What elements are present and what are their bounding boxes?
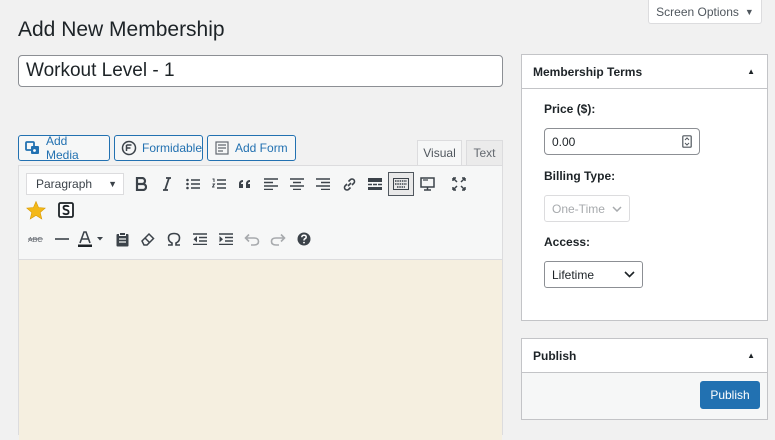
chevron-down-icon xyxy=(612,205,622,212)
add-media-label: Add Media xyxy=(46,134,79,162)
caret-down-icon: ▼ xyxy=(108,179,117,189)
align-right-icon xyxy=(316,178,330,190)
billing-type-label: Billing Type: xyxy=(544,169,616,183)
tab-visual[interactable]: Visual xyxy=(417,140,462,165)
add-form-button[interactable]: Add Form xyxy=(207,135,296,161)
form-icon xyxy=(215,141,229,155)
publish-title: Publish xyxy=(533,348,577,363)
fullscreen-icon xyxy=(452,177,466,191)
redo-button[interactable] xyxy=(265,227,291,251)
align-left-icon xyxy=(264,178,278,190)
blockquote-button[interactable] xyxy=(232,172,258,196)
read-more-button[interactable] xyxy=(362,172,388,196)
access-value: Lifetime xyxy=(552,267,595,282)
bullet-list-icon xyxy=(186,178,200,190)
add-media-button[interactable]: Add Media xyxy=(18,134,110,162)
help-button[interactable] xyxy=(291,227,317,251)
content-editor: Paragraph ▼ ABC xyxy=(18,165,503,440)
undo-icon xyxy=(244,233,260,246)
star-plugin-button[interactable] xyxy=(23,198,49,222)
formidable-label: Formidable xyxy=(142,141,203,155)
help-icon xyxy=(297,232,311,246)
omega-icon xyxy=(167,232,181,246)
clipboard-icon xyxy=(116,231,128,246)
tab-text[interactable]: Text xyxy=(466,140,503,165)
read-more-icon xyxy=(368,178,382,190)
quote-icon xyxy=(239,180,250,188)
access-label: Access: xyxy=(544,235,591,249)
publish-box: Publish ▲ Publish xyxy=(521,338,768,420)
media-icon xyxy=(25,141,39,154)
undo-button[interactable] xyxy=(239,227,265,251)
toolbar-row-1: Paragraph ▼ xyxy=(26,172,472,196)
editor-content-area[interactable] xyxy=(19,259,502,440)
strikethrough-button[interactable]: ABC xyxy=(23,227,49,251)
format-select[interactable]: Paragraph ▼ xyxy=(26,173,124,195)
star-icon xyxy=(26,200,46,220)
align-left-button[interactable] xyxy=(258,172,284,196)
outdent-button[interactable] xyxy=(187,227,213,251)
page-title: Add New Membership xyxy=(18,18,225,41)
align-right-button[interactable] xyxy=(310,172,336,196)
screen-options-button[interactable]: Screen Options ▼ xyxy=(648,0,762,24)
horizontal-line-button[interactable] xyxy=(49,227,75,251)
italic-icon xyxy=(163,177,171,191)
format-select-value: Paragraph xyxy=(36,177,93,191)
svg-text:ABC: ABC xyxy=(28,237,42,244)
text-color-icon xyxy=(78,231,103,247)
price-input[interactable]: 0.00 xyxy=(544,128,700,155)
monitor-icon xyxy=(419,177,435,191)
billing-type-select: One-Time xyxy=(544,195,630,222)
strikethrough-icon: ABC xyxy=(28,237,43,244)
indent-icon xyxy=(219,233,233,245)
special-character-button[interactable] xyxy=(161,227,187,251)
formidable-icon xyxy=(121,140,137,156)
bold-button[interactable] xyxy=(128,172,154,196)
caret-down-icon: ▼ xyxy=(744,6,754,17)
italic-button[interactable] xyxy=(154,172,180,196)
link-icon xyxy=(343,177,355,191)
price-label: Price ($): xyxy=(544,102,596,116)
shortcode-plugin-button[interactable] xyxy=(53,198,79,222)
outdent-icon xyxy=(193,233,207,245)
align-center-icon xyxy=(290,178,304,190)
collapse-toggle-icon[interactable]: ▲ xyxy=(747,351,755,360)
horizontal-line-icon xyxy=(55,238,69,240)
text-color-button[interactable] xyxy=(75,227,109,251)
bold-icon xyxy=(135,177,147,191)
screen-options-label: Screen Options xyxy=(656,4,739,19)
billing-type-value: One-Time xyxy=(552,201,605,216)
align-center-button[interactable] xyxy=(284,172,310,196)
spinner-icon xyxy=(682,135,692,148)
membership-terms-header[interactable]: Membership Terms ▲ xyxy=(522,55,767,89)
shortcode-s-icon xyxy=(58,202,74,218)
numbered-list-icon xyxy=(212,178,226,189)
add-form-label: Add Form xyxy=(235,141,288,155)
publish-header[interactable]: Publish ▲ xyxy=(522,339,767,373)
fullscreen-button[interactable] xyxy=(446,172,472,196)
toolbar-toggle-button[interactable] xyxy=(388,172,414,196)
price-value: 0.00 xyxy=(552,134,576,149)
publish-button[interactable]: Publish xyxy=(700,381,760,409)
collapse-toggle-icon[interactable]: ▲ xyxy=(747,67,755,76)
redo-icon xyxy=(270,233,286,246)
toolbar-row-2 xyxy=(23,198,79,222)
membership-terms-box: Membership Terms ▲ Price ($): 0.00 Billi… xyxy=(521,54,768,321)
eraser-icon xyxy=(141,232,155,246)
chevron-down-icon xyxy=(624,271,635,278)
membership-terms-title: Membership Terms xyxy=(533,64,643,79)
preview-button[interactable] xyxy=(414,172,440,196)
insert-link-button[interactable] xyxy=(336,172,362,196)
keyboard-icon xyxy=(393,178,409,190)
clear-formatting-button[interactable] xyxy=(135,227,161,251)
post-title-input[interactable]: Workout Level - 1 xyxy=(18,55,503,87)
paste-text-button[interactable] xyxy=(109,227,135,251)
bullet-list-button[interactable] xyxy=(180,172,206,196)
numbered-list-button[interactable] xyxy=(206,172,232,196)
access-select[interactable]: Lifetime xyxy=(544,261,643,288)
toolbar-row-3: ABC xyxy=(23,227,317,251)
indent-button[interactable] xyxy=(213,227,239,251)
formidable-button[interactable]: Formidable xyxy=(114,135,203,161)
